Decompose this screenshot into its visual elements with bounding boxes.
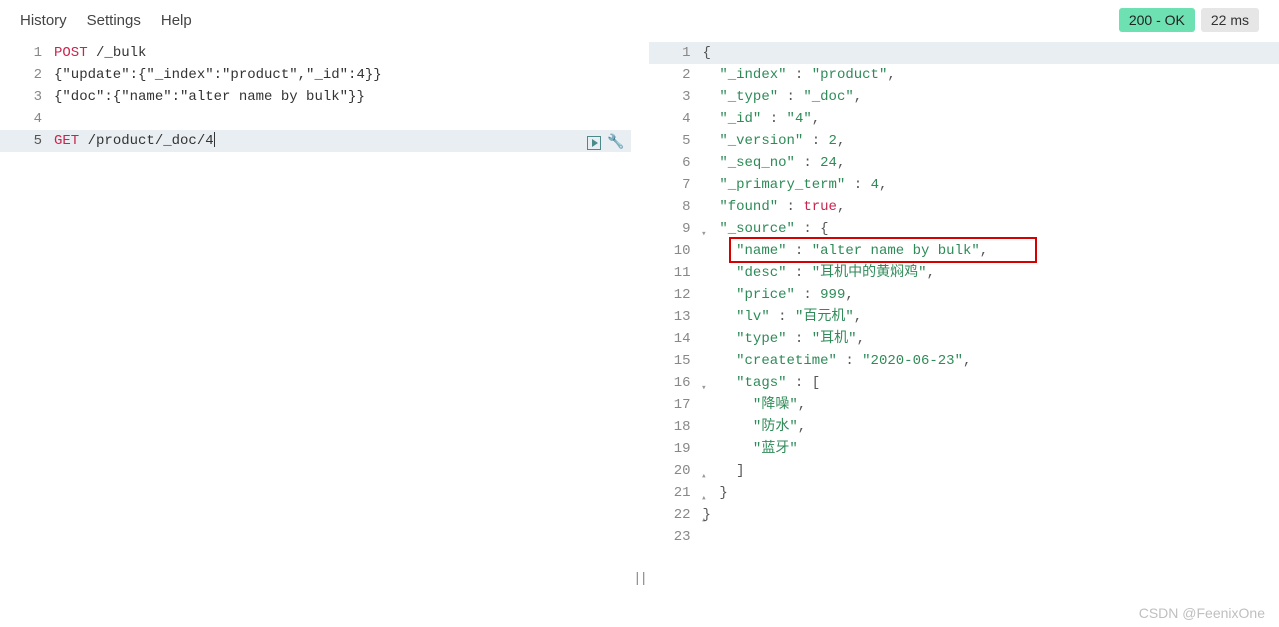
split-panes: 1 2 3 4 5 POST /_bulk {"update":{"_index… [0,40,1279,627]
code-line: "desc" : "耳机中的黄焖鸡", [699,262,1279,284]
code-line: "tags" : [ [699,372,1279,394]
line-number: 18 [649,416,699,438]
line-number: 6 [649,152,699,174]
left-code[interactable]: POST /_bulk {"update":{"_index":"product… [50,40,631,627]
code-line-highlighted: "name" : "alter name by bulk", [699,240,1279,262]
line-number: 4 [0,108,50,130]
line-number: 4 [649,108,699,130]
line-number: 11 [649,262,699,284]
menu-settings[interactable]: Settings [87,12,141,29]
request-path: /product/_doc/4 [79,133,213,149]
line-number: 16▾ [649,372,699,394]
line-number: 17 [649,394,699,416]
code-line: "type" : "耳机", [699,328,1279,350]
response-viewer: 1▾ 2 3 4 5 6 7 8 9▾ 10 11 12 13 14 15 16… [649,40,1279,627]
code-line: "防水", [699,416,1279,438]
line-number: 23 [649,526,699,548]
code-line: "_source" : { [699,218,1279,240]
line-number: 22▴ [649,504,699,526]
top-bar: History Settings Help 200 - OK 22 ms [0,0,1279,40]
menu-history[interactable]: History [20,12,67,29]
menu-help[interactable]: Help [161,12,192,29]
run-icon[interactable] [587,136,601,150]
code-line[interactable]: {"update":{"_index":"product","_id":4}} [50,64,631,86]
line-number: 19 [649,438,699,460]
line-number: 15 [649,350,699,372]
code-line: "createtime" : "2020-06-23", [699,350,1279,372]
code-line: "_index" : "product", [699,64,1279,86]
code-line: "蓝牙" [699,438,1279,460]
left-gutter: 1 2 3 4 5 [0,40,50,627]
line-number: 3 [649,86,699,108]
code-line[interactable]: POST /_bulk [50,42,631,64]
code-line: "found" : true, [699,196,1279,218]
menu: History Settings Help [20,12,192,29]
line-number: 21▴ [649,482,699,504]
line-number: 5 [649,130,699,152]
code-line: "_id" : "4", [699,108,1279,130]
line-number: 1 [0,42,50,64]
code-line[interactable]: {"doc":{"name":"alter name by bulk"}} [50,86,631,108]
line-number: 20▴ [649,460,699,482]
http-method: GET [54,133,79,149]
code-line: "降噪", [699,394,1279,416]
line-number: 5 [0,130,50,152]
line-number: 1▾ [649,42,699,64]
line-number: 13 [649,306,699,328]
text-cursor [214,132,215,147]
code-line: "_seq_no" : 24, [699,152,1279,174]
line-number: 7 [649,174,699,196]
line-number: 3 [0,86,50,108]
status-area: 200 - OK 22 ms [1119,8,1259,32]
watermark: CSDN @FeenixOne [1139,605,1265,621]
wrench-icon[interactable]: 🔧 [607,132,624,154]
code-line: "_version" : 2, [699,130,1279,152]
code-line: "lv" : "百元机", [699,306,1279,328]
http-method: POST [54,45,88,61]
code-line: } [699,504,1279,526]
line-actions: 🔧 [587,132,624,154]
line-number: 10 [649,240,699,262]
code-line: } [699,482,1279,504]
code-line: "_type" : "_doc", [699,86,1279,108]
line-number: 2 [0,64,50,86]
pane-divider[interactable]: || [631,40,649,627]
code-line: ] [699,460,1279,482]
status-badge: 200 - OK [1119,8,1195,32]
latency-badge: 22 ms [1201,8,1259,32]
code-line: "_primary_term" : 4, [699,174,1279,196]
request-path: /_bulk [88,45,147,61]
code-line: { [699,42,1279,64]
request-editor[interactable]: 1 2 3 4 5 POST /_bulk {"update":{"_index… [0,40,631,627]
code-line: "price" : 999, [699,284,1279,306]
right-gutter: 1▾ 2 3 4 5 6 7 8 9▾ 10 11 12 13 14 15 16… [649,40,699,627]
line-number: 9▾ [649,218,699,240]
line-number: 2 [649,64,699,86]
code-line [699,526,1279,548]
right-code: { "_index" : "product", "_type" : "_doc"… [699,40,1279,627]
line-number: 12 [649,284,699,306]
line-number: 14 [649,328,699,350]
code-line[interactable] [50,108,631,130]
line-number: 8 [649,196,699,218]
code-line-active[interactable]: GET /product/_doc/4 🔧 [50,130,631,152]
